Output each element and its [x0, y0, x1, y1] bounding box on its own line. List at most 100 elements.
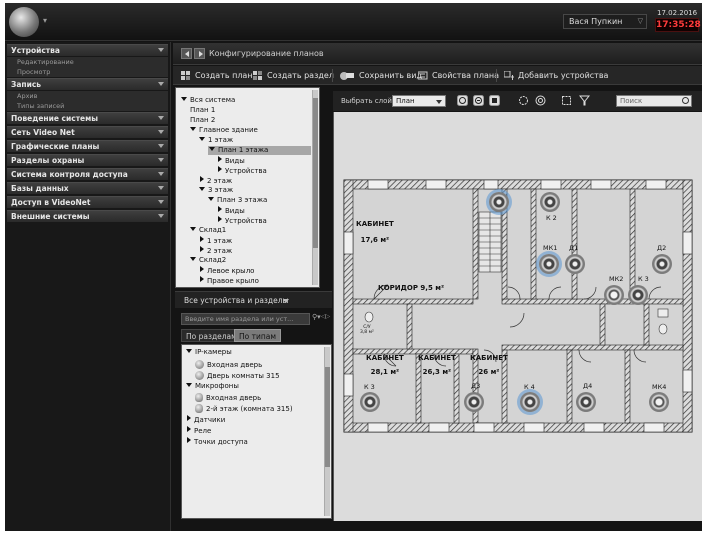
device-list-item[interactable]: Датчики	[186, 415, 225, 425]
expanded-icon[interactable]	[186, 349, 192, 353]
nav-item-view[interactable]: Просмотр	[7, 67, 168, 77]
tree-node[interactable]: Склад1	[190, 226, 226, 235]
plan-device-d2[interactable]	[652, 254, 672, 274]
plan-device-d4[interactable]	[576, 392, 596, 412]
device-list-item[interactable]: Реле	[186, 426, 211, 436]
tree-node[interactable]: 1 этаж	[199, 136, 233, 145]
tree-node[interactable]: Устройства	[217, 216, 267, 226]
nav-item-edit[interactable]: Редактирование	[7, 57, 168, 67]
device-list-item[interactable]: Дверь комнаты 315	[195, 371, 280, 381]
tree-node[interactable]: Главное здание	[190, 126, 258, 135]
plan-search-input[interactable]: Поиск	[616, 95, 692, 107]
search-icon[interactable]	[682, 97, 689, 104]
expanded-icon[interactable]	[181, 97, 187, 101]
tree-node[interactable]: Виды	[217, 156, 245, 166]
collapsed-icon[interactable]	[200, 276, 204, 282]
plan-camera-k3[interactable]	[360, 392, 380, 412]
add-devices-button[interactable]: Добавить устройства	[504, 69, 608, 82]
nav-section-security-zones[interactable]: Разделы охраны	[7, 154, 168, 166]
logo-gear-icon[interactable]	[9, 7, 39, 37]
chevron-down-icon[interactable]	[283, 299, 289, 303]
device-list-item[interactable]: 2-й этаж (комната 315)	[195, 404, 293, 414]
tree-node[interactable]: 2 этаж	[199, 246, 232, 256]
plan-device-d1[interactable]	[565, 254, 585, 274]
collapsed-icon[interactable]	[187, 437, 191, 443]
collapsed-icon[interactable]	[218, 156, 222, 162]
tree-node[interactable]: 1 этаж	[199, 236, 232, 246]
tree-node[interactable]: Устройства	[217, 166, 267, 176]
rotate-button[interactable]	[518, 95, 529, 106]
plan-camera-k3-right[interactable]	[628, 285, 648, 305]
expanded-icon[interactable]	[190, 227, 196, 231]
device-list-item[interactable]: Микрофоны	[186, 382, 239, 391]
nav-item-record-types[interactable]: Типы записей	[7, 101, 168, 111]
tab-by-types[interactable]: По типам	[234, 329, 282, 342]
collapsed-icon[interactable]	[218, 206, 222, 212]
expanded-icon[interactable]	[199, 187, 205, 191]
expanded-icon[interactable]	[208, 197, 214, 201]
tree-scrollbar-thumb[interactable]	[313, 98, 318, 248]
collapsed-icon[interactable]	[200, 176, 204, 182]
expanded-icon[interactable]	[209, 147, 215, 151]
collapsed-icon[interactable]	[200, 266, 204, 272]
nav-section-graphic-plans[interactable]: Графические планы	[7, 140, 168, 152]
tree-node[interactable]: Правое крыло	[199, 276, 259, 286]
nav-item-archive[interactable]: Архив	[7, 91, 168, 101]
expanded-icon[interactable]	[190, 127, 196, 131]
device-list-item[interactable]: IP-камеры	[186, 348, 232, 357]
plan-camera-k2[interactable]	[540, 192, 560, 212]
nav-section-external-systems[interactable]: Внешние системы	[7, 210, 168, 222]
user-select[interactable]: Вася Пупкин ▽	[563, 14, 647, 29]
tree-node[interactable]: Левое крыло	[199, 266, 254, 276]
tab-by-sections[interactable]: По разделам	[181, 329, 242, 342]
collapsed-icon[interactable]	[218, 216, 222, 222]
filter-devices-button[interactable]	[579, 95, 590, 106]
device-search-input[interactable]: Введите имя раздела или уст...	[181, 313, 310, 325]
panel-nav-arrows-icon[interactable]: ◁▷	[321, 313, 333, 325]
plan-camera-mk1[interactable]	[539, 254, 559, 274]
device-list-item[interactable]: Точки доступа	[186, 437, 248, 447]
plan-camera-k4[interactable]	[520, 392, 540, 412]
tree-scrollbar[interactable]	[312, 90, 318, 285]
floor-plan-canvas[interactable]: КАБИНЕТ 17,6 м² КОРИДОР 9,5 м² С/У 3,8 м² …	[333, 112, 702, 521]
plan-camera-selected[interactable]	[489, 192, 509, 212]
nav-section-recording[interactable]: Запись	[7, 78, 168, 90]
tree-node[interactable]: Вся система	[181, 96, 235, 105]
nav-section-databases[interactable]: Базы данных	[7, 182, 168, 194]
tree-node[interactable]: План 1	[190, 106, 215, 115]
expanded-icon[interactable]	[190, 257, 196, 261]
collapsed-icon[interactable]	[218, 166, 222, 172]
device-list-item[interactable]: Входная дверь	[195, 393, 261, 403]
save-view-button[interactable]: Сохранить вид	[340, 69, 422, 82]
nav-section-devices[interactable]: Устройства	[7, 44, 168, 56]
create-plan-button[interactable]: Создать план	[181, 69, 253, 82]
chevron-down-icon[interactable]: ▾	[43, 16, 47, 25]
forward-button[interactable]	[194, 48, 205, 59]
collapsed-icon[interactable]	[187, 415, 191, 421]
select-area-button[interactable]	[561, 95, 572, 106]
layer-select[interactable]: План	[392, 95, 446, 107]
tree-node[interactable]: План 2	[190, 116, 215, 125]
tree-node[interactable]: Виды	[217, 206, 245, 216]
zoom-out-button[interactable]	[473, 95, 484, 106]
device-list-item[interactable]: Входная дверь	[195, 360, 262, 370]
create-section-button[interactable]: Создать раздел	[253, 69, 334, 82]
nav-section-behavior[interactable]: Поведение системы	[7, 112, 168, 124]
tree-node[interactable]: План 3 этажа	[208, 196, 267, 205]
plan-mic-mk4[interactable]	[649, 392, 669, 412]
collapsed-icon[interactable]	[200, 236, 204, 242]
devices-scrollbar-thumb[interactable]	[325, 367, 330, 467]
devices-scrollbar[interactable]	[324, 347, 330, 516]
tree-node[interactable]: Склад2	[190, 256, 226, 265]
collapsed-icon[interactable]	[200, 246, 204, 252]
tree-node[interactable]: План 1 этажа	[208, 146, 311, 155]
plan-mic-mk2[interactable]	[604, 285, 624, 305]
nav-section-access-control[interactable]: Система контроля доступа	[7, 168, 168, 180]
expanded-icon[interactable]	[199, 137, 205, 141]
expanded-icon[interactable]	[186, 383, 192, 387]
nav-section-videonet-access[interactable]: Доступ в VideoNet	[7, 196, 168, 208]
target-button[interactable]	[535, 95, 546, 106]
nav-section-videonet[interactable]: Сеть Video Net	[7, 126, 168, 138]
plan-properties-button[interactable]: Свойства плана	[418, 69, 499, 82]
zoom-in-button[interactable]	[457, 95, 468, 106]
